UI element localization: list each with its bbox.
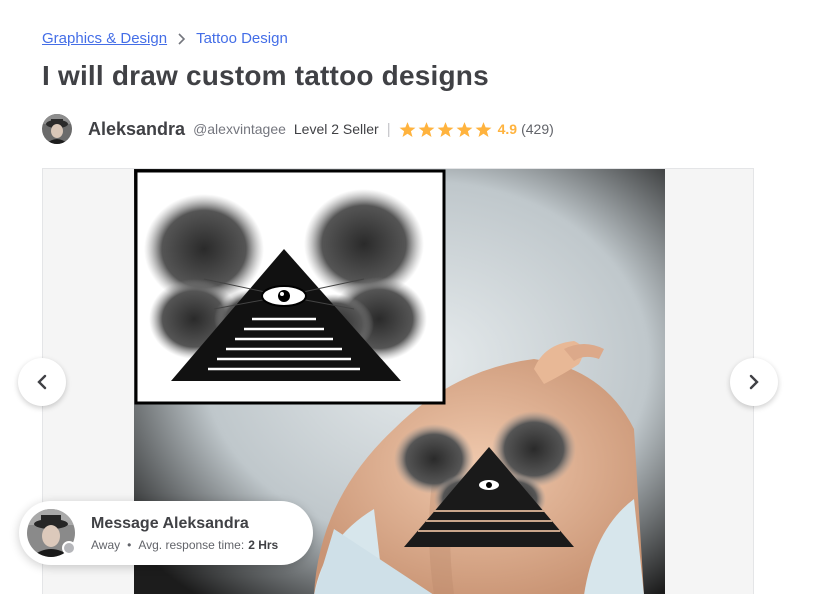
seller-overview: Aleksandra @alexvintagee Level 2 Seller … [42,113,554,145]
seller-level: Level 2 Seller [293,121,379,137]
chevron-left-icon [37,374,47,390]
review-count[interactable]: (429) [521,121,554,137]
chat-title: Message Aleksandra [91,514,249,532]
breadcrumb: Graphics & Design Tattoo Design [42,30,288,47]
response-time-value: 2 Hrs [248,537,279,552]
star-icon [399,121,416,137]
chevron-right-icon [177,32,186,45]
status-indicator [62,541,76,555]
chat-text: Message Aleksandra Away • Avg. response … [91,515,278,552]
star-icon [437,121,454,137]
avatar[interactable] [42,114,72,144]
gallery-next-button[interactable] [730,358,778,406]
gallery-prev-button[interactable] [18,358,66,406]
breadcrumb-category-link[interactable]: Graphics & Design [42,30,167,47]
chat-subtitle: Away • Avg. response time: 2 Hrs [91,538,278,552]
star-icon [456,121,473,137]
breadcrumb-subcategory-link[interactable]: Tattoo Design [196,30,288,47]
seller-handle: @alexvintagee [193,121,286,137]
seller-status: Away [91,537,121,552]
chat-avatar [27,509,76,557]
star-icon [418,121,435,137]
page-title: I will draw custom tattoo designs [42,60,489,91]
divider: | [386,120,391,138]
message-seller-bubble[interactable]: Message Aleksandra Away • Avg. response … [19,501,313,565]
rating-stars [399,121,494,138]
chevron-right-icon [749,374,759,390]
response-time-label: Avg. response time: [138,537,245,552]
star-icon [475,121,492,137]
separator-dot: • [127,537,132,552]
rating-score: 4.9 [497,121,518,137]
seller-name[interactable]: Aleksandra [88,119,185,140]
